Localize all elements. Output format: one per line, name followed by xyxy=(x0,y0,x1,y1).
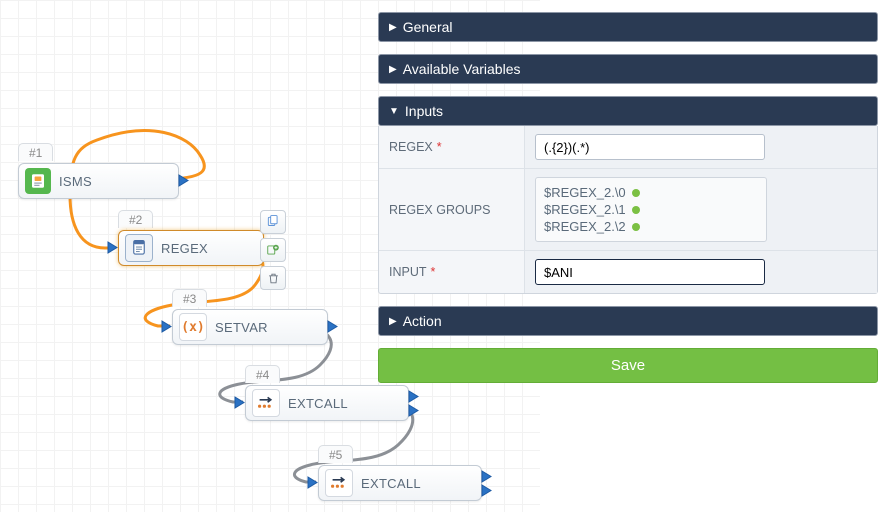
port-in[interactable] xyxy=(307,476,319,489)
input-label: INPUT* xyxy=(379,251,524,293)
add-button[interactable] xyxy=(260,238,286,262)
node-extcall-1[interactable]: #4 EXTCALL xyxy=(245,385,409,421)
section-inputs[interactable]: ▼ Inputs xyxy=(378,96,878,126)
port-in[interactable] xyxy=(107,241,119,254)
node-tag: #1 xyxy=(18,143,53,161)
node-setvar[interactable]: #3 (x) SETVAR xyxy=(172,309,328,345)
section-title: Inputs xyxy=(405,103,443,119)
port-in[interactable] xyxy=(234,396,246,409)
port-out[interactable] xyxy=(408,390,420,403)
node-isms[interactable]: #1 ISMS xyxy=(18,163,179,199)
extcall-icon xyxy=(252,389,280,417)
status-dot-icon xyxy=(632,223,640,231)
section-action[interactable]: ▶ Action xyxy=(378,306,878,336)
node-tag: #4 xyxy=(245,365,280,383)
regex-icon xyxy=(125,234,153,262)
group-item[interactable]: $REGEX_2.\2 xyxy=(544,218,758,235)
setvar-icon: (x) xyxy=(179,313,207,341)
node-toolbar xyxy=(260,206,288,294)
isms-icon xyxy=(25,168,51,194)
status-dot-icon xyxy=(632,206,640,214)
node-regex[interactable]: #2 REGEX xyxy=(118,230,264,266)
section-title: General xyxy=(403,19,453,35)
properties-panel: ▶ General ▶ Available Variables ▼ Inputs… xyxy=(378,0,878,383)
node-tag: #5 xyxy=(318,445,353,463)
caret-down-icon: ▼ xyxy=(389,106,399,117)
caret-right-icon: ▶ xyxy=(389,64,397,75)
regex-groups-label: REGEX GROUPS xyxy=(379,169,524,250)
node-label: EXTCALL xyxy=(361,476,421,491)
regex-input[interactable] xyxy=(535,134,765,160)
port-out[interactable] xyxy=(481,470,493,483)
caret-right-icon: ▶ xyxy=(389,316,397,327)
copy-button[interactable] xyxy=(260,210,286,234)
inputs-form: REGEX* REGEX GROUPS $REGEX_2.\0 $REGEX_2… xyxy=(378,126,878,294)
node-extcall-2[interactable]: #5 EXTCALL xyxy=(318,465,482,501)
port-out-2[interactable] xyxy=(408,404,420,417)
node-label: ISMS xyxy=(59,174,92,189)
section-title: Action xyxy=(403,313,442,329)
input-field[interactable] xyxy=(535,259,765,285)
regex-groups-list: $REGEX_2.\0 $REGEX_2.\1 $REGEX_2.\2 xyxy=(535,177,767,242)
node-tag: #2 xyxy=(118,210,153,228)
port-out[interactable] xyxy=(178,174,190,187)
delete-button[interactable] xyxy=(260,266,286,290)
node-tag: #3 xyxy=(172,289,207,307)
port-out-2[interactable] xyxy=(481,484,493,497)
node-label: EXTCALL xyxy=(288,396,348,411)
regex-label: REGEX* xyxy=(379,126,524,168)
save-button[interactable]: Save xyxy=(378,348,878,383)
node-label: REGEX xyxy=(161,241,208,256)
section-title: Available Variables xyxy=(403,61,521,77)
section-general[interactable]: ▶ General xyxy=(378,12,878,42)
extcall-icon xyxy=(325,469,353,497)
group-item[interactable]: $REGEX_2.\0 xyxy=(544,184,758,201)
port-out[interactable] xyxy=(327,320,339,333)
status-dot-icon xyxy=(632,189,640,197)
node-label: SETVAR xyxy=(215,320,268,335)
port-in[interactable] xyxy=(161,320,173,333)
caret-right-icon: ▶ xyxy=(389,22,397,33)
section-variables[interactable]: ▶ Available Variables xyxy=(378,54,878,84)
group-item[interactable]: $REGEX_2.\1 xyxy=(544,201,758,218)
